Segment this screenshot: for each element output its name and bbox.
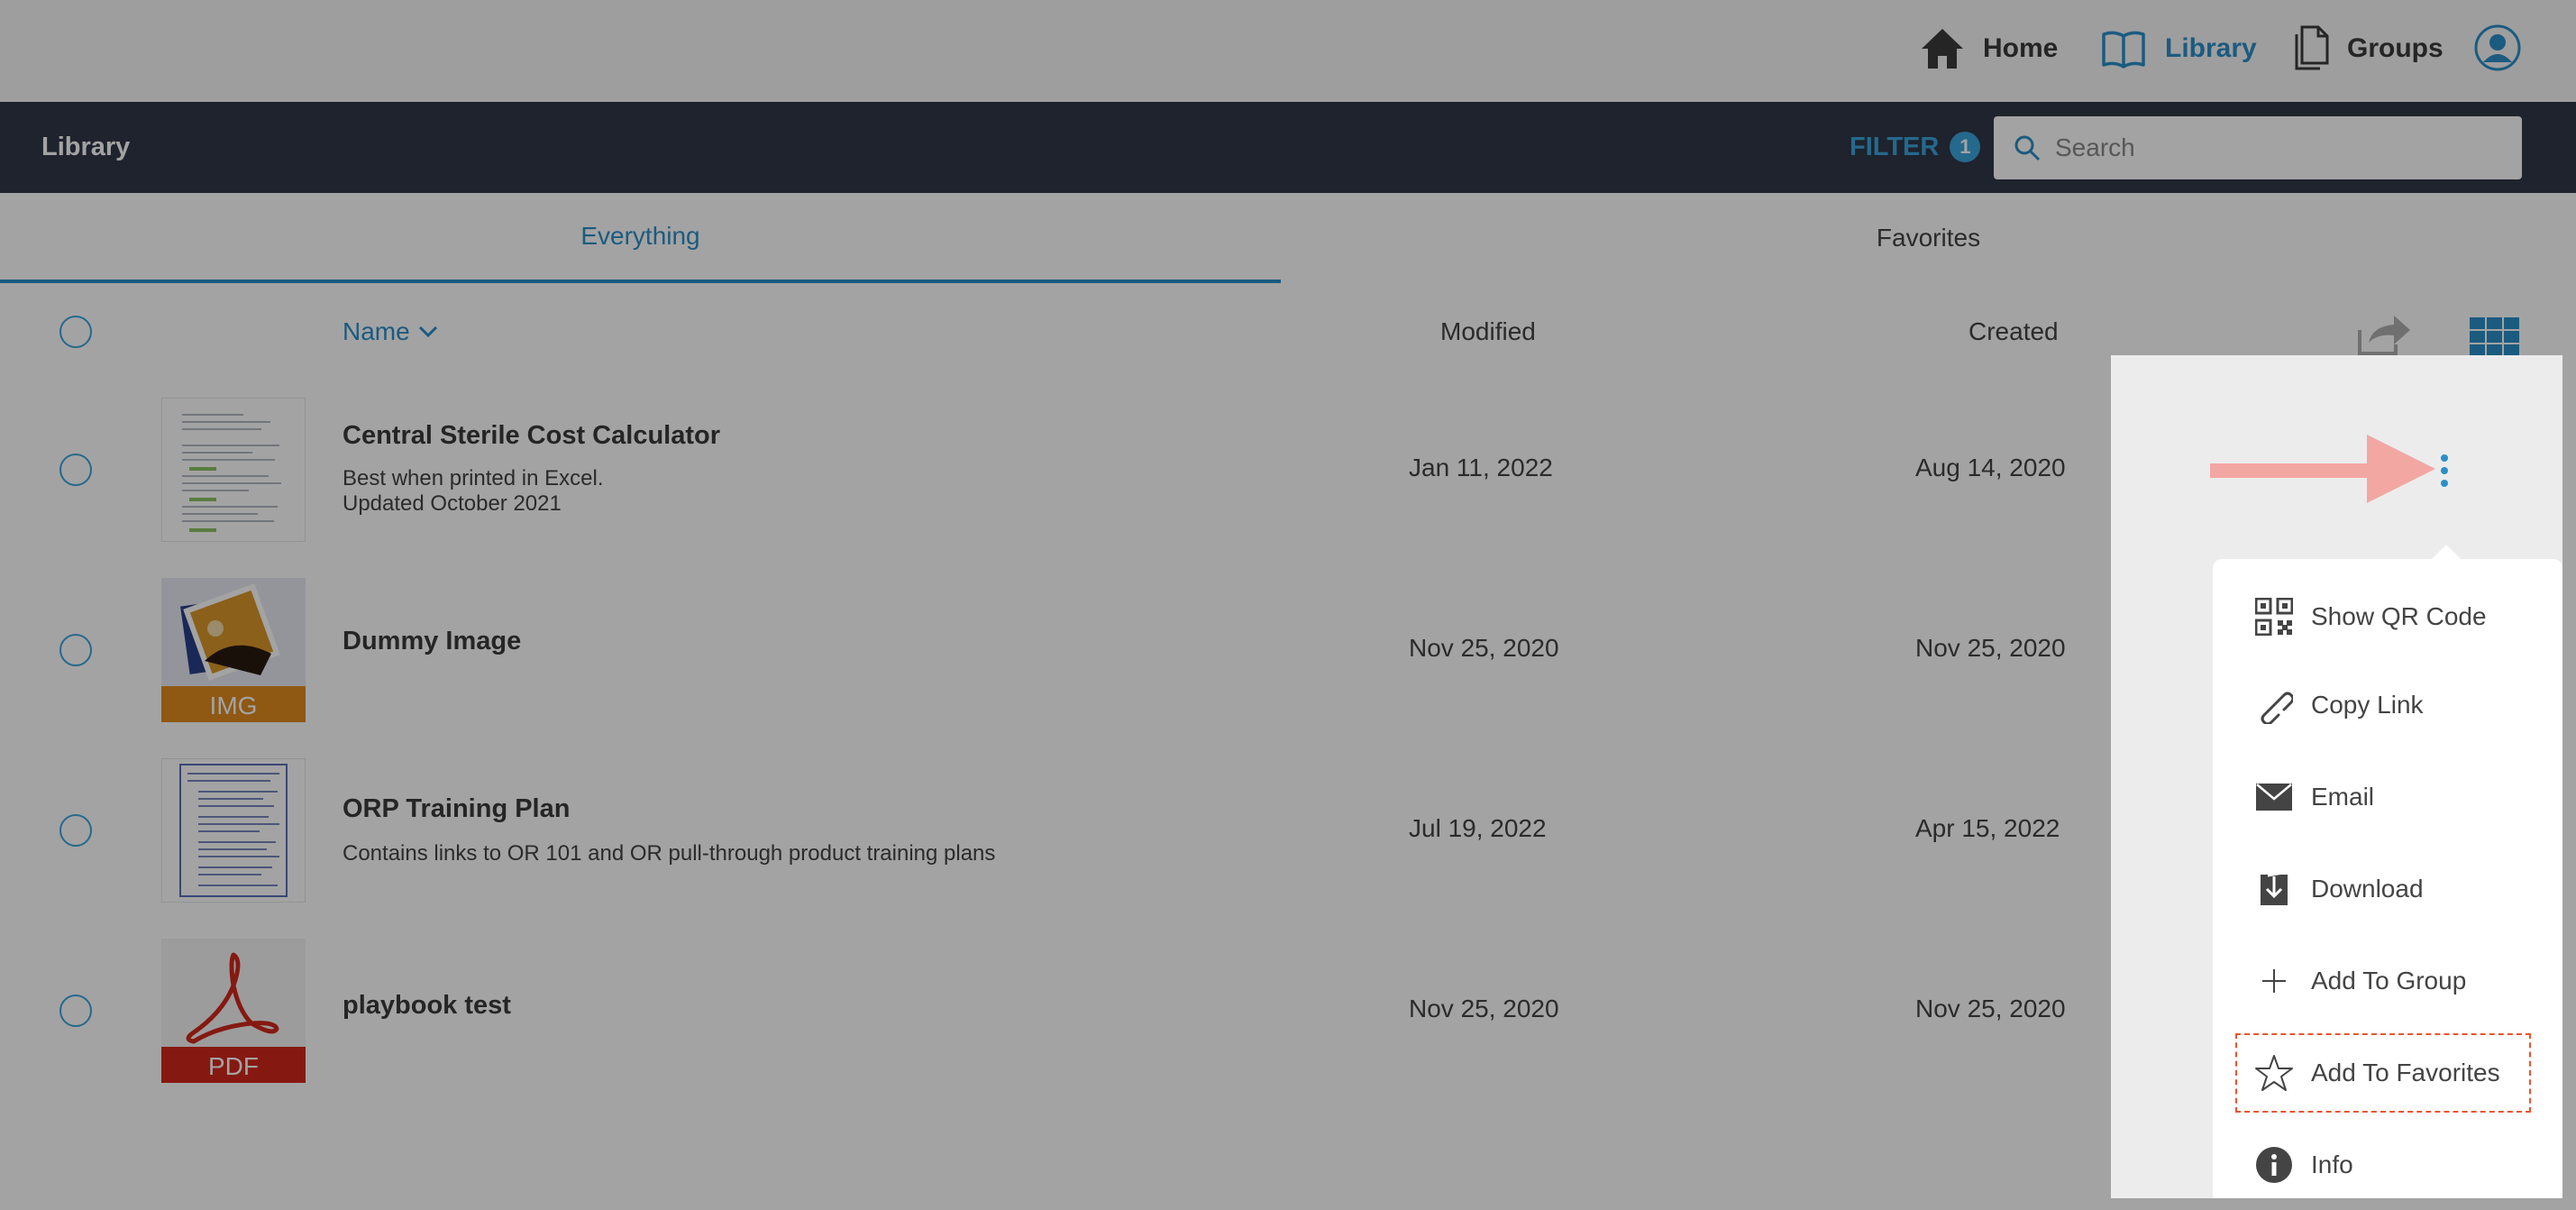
download-icon xyxy=(2253,868,2295,910)
link-icon xyxy=(2253,684,2295,726)
menu-item-email[interactable]: Email xyxy=(2213,761,2562,833)
pointer-arrow-icon xyxy=(2210,435,2435,503)
envelope-icon xyxy=(2253,776,2295,818)
info-icon xyxy=(2253,1144,2295,1186)
menu-item-info[interactable]: Info xyxy=(2213,1129,2562,1201)
menu-item-label: Copy Link xyxy=(2311,691,2424,719)
plus-icon xyxy=(2253,960,2295,1002)
more-options-icon[interactable] xyxy=(2435,453,2453,489)
menu-item-show-qr-code[interactable]: Show QR Code xyxy=(2213,581,2562,653)
menu-item-label: Download xyxy=(2311,875,2424,903)
menu-item-label: Show QR Code xyxy=(2311,602,2487,630)
menu-item-label: Info xyxy=(2311,1150,2353,1178)
context-menu: Show QR Code Copy Link Email Download Ad… xyxy=(2213,559,2562,1198)
menu-item-copy-link[interactable]: Copy Link xyxy=(2213,669,2562,741)
menu-item-label: Add To Group xyxy=(2311,967,2467,995)
qr-code-icon xyxy=(2253,596,2295,637)
menu-item-add-to-group[interactable]: Add To Group xyxy=(2213,945,2562,1017)
menu-item-add-to-favorites[interactable]: Add To Favorites xyxy=(2235,1033,2531,1113)
menu-item-download[interactable]: Download xyxy=(2213,853,2562,925)
star-icon xyxy=(2253,1052,2295,1094)
menu-item-label: Add To Favorites xyxy=(2311,1059,2500,1086)
menu-item-label: Email xyxy=(2311,783,2375,811)
